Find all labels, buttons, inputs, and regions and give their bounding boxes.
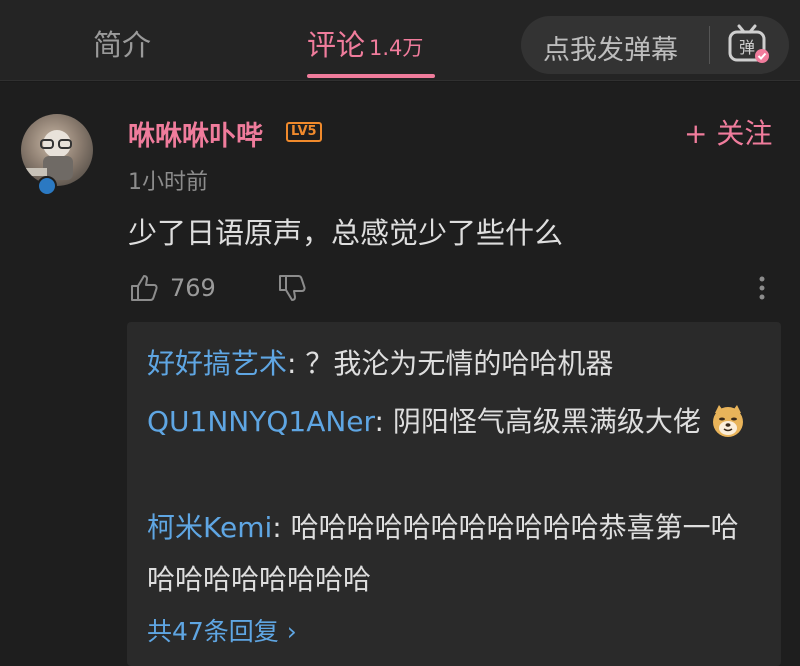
follow-button[interactable]: + 关注: [684, 112, 772, 152]
top-tab-bar: 简介 评论 1.4万 点我发弹幕 弹: [0, 0, 800, 81]
view-more-replies-link[interactable]: 共47条回复 ›: [147, 612, 297, 648]
divider: [709, 26, 710, 64]
reply-username[interactable]: 柯米Kemi: [147, 511, 272, 544]
tab-comments-label: 评论: [307, 28, 366, 62]
reply-item[interactable]: QU1NNYQ1ANer: 阴阳怪气高级黑满级大佬: [147, 396, 757, 448]
verified-badge-icon: [37, 176, 57, 196]
reply-text: ？我沦为无情的哈哈机器: [305, 347, 614, 380]
doge-emoji-icon: [712, 405, 743, 437]
svg-text:弹: 弹: [739, 38, 755, 57]
tab-comments[interactable]: 评论 1.4万: [307, 22, 423, 64]
more-options-icon[interactable]: [752, 272, 772, 304]
comment-timestamp: 1小时前: [128, 170, 208, 195]
tab-comments-count: 1.4万: [369, 36, 424, 60]
danmaku-input[interactable]: 点我发弹幕 弹: [521, 16, 789, 74]
tab-intro[interactable]: 简介: [93, 22, 151, 64]
reply-separator: :: [374, 405, 393, 438]
reply-item[interactable]: 柯米Kemi: 哈哈哈哈哈哈哈哈哈哈哈恭喜第一哈哈哈哈哈哈哈哈哈: [147, 502, 757, 606]
comment-area: 咻咻咻卟哔 LV5 + 关注 1小时前 少了日语原声，总感觉少了些什么 769 …: [0, 82, 800, 666]
avatar[interactable]: [21, 114, 93, 186]
reply-item[interactable]: 好好搞艺术: ？我沦为无情的哈哈机器: [147, 338, 757, 390]
avatar-image-icon: [25, 130, 73, 180]
active-tab-indicator: [307, 74, 435, 78]
reply-separator: :: [287, 347, 306, 380]
reply-preview-box[interactable]: 好好搞艺术: ？我沦为无情的哈哈机器 QU1NNYQ1ANer: 阴阳怪气高级黑…: [127, 322, 781, 666]
comment-text: 少了日语原声，总感觉少了些什么: [128, 216, 564, 250]
level-badge: LV5: [286, 122, 322, 142]
comment-username[interactable]: 咻咻咻卟哔: [128, 114, 263, 153]
reply-username[interactable]: QU1NNYQ1ANer: [147, 405, 375, 438]
reply-text: 阴阳怪气高级黑满级大佬: [392, 405, 701, 438]
like-count: 769: [170, 274, 216, 302]
reply-username[interactable]: 好好搞艺术: [147, 347, 287, 380]
danmaku-placeholder: 点我发弹幕: [543, 35, 678, 66]
thumbs-down-icon[interactable]: [276, 272, 308, 304]
thumbs-up-icon[interactable]: [128, 272, 160, 304]
danmaku-toggle-icon[interactable]: 弹: [725, 22, 771, 68]
reply-separator: :: [272, 511, 291, 544]
